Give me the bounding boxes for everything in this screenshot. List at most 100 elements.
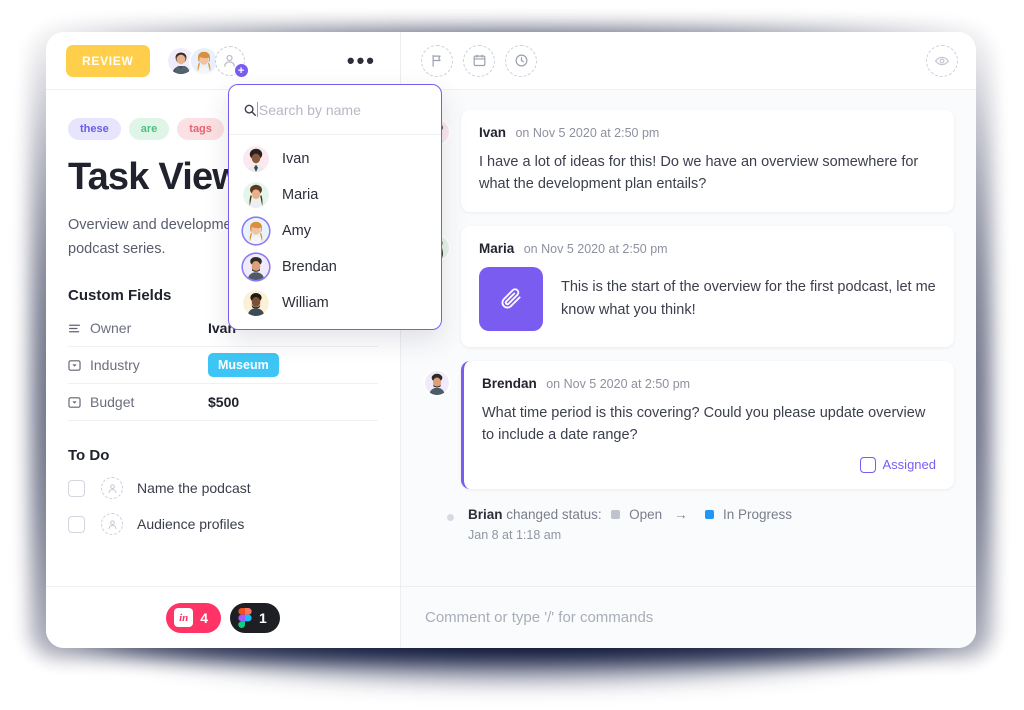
search-input[interactable] [258,101,427,118]
comment-text: What time period is this covering? Could… [482,404,926,444]
status-square-progress-icon [705,509,715,519]
custom-field-label: Industry [90,357,140,374]
activity-action: changed status: [506,506,602,522]
text-cursor [257,102,258,117]
avatar [243,218,269,244]
invision-integration-pill[interactable]: in 4 [166,602,221,633]
eye-icon[interactable] [926,44,958,77]
flag-icon[interactable] [421,44,453,77]
activity-item: Brian changed status: Open → In Progress… [423,503,954,542]
assignee-name: Maria [282,187,319,203]
assigned-label: Assigned [882,457,936,473]
screenshot-stage: REVIEW + ••• these are tags Task View Ov… [0,0,1024,710]
status-review-button[interactable]: REVIEW [66,44,150,77]
figma-icon [238,607,252,628]
custom-field-value: $500 [208,394,240,411]
comment-body-with-attachment: This is the start of the overview for th… [479,266,936,331]
assigned-toggle[interactable]: Assigned [482,456,936,473]
comment-bubble: Maria on Nov 5 2020 at 2:50 pm This is t… [461,225,954,347]
dropdown-icon [68,359,90,372]
comment-header: Maria on Nov 5 2020 at 2:50 pm [479,240,936,258]
custom-field-label: Budget [90,394,135,411]
activity-timestamp: Jan 8 at 1:18 am [468,527,562,542]
comment-author: Brendan [482,375,537,391]
assignee-name: Brendan [282,259,337,275]
assign-user-icon[interactable] [101,477,123,500]
todo-label: Name the podcast [137,480,251,497]
arrow-icon: → [673,506,688,522]
paperclip-icon [501,288,521,309]
assignee-option-william[interactable]: William [229,285,441,321]
activity-dot-icon [447,513,454,521]
comment-timestamp: on Nov 5 2020 at 2:50 pm [546,376,691,391]
assignee-search-row[interactable] [229,85,441,135]
activity-panel: Ivan on Nov 5 2020 at 2:50 pm I have a l… [401,32,976,648]
assignee-option-maria[interactable]: Maria [229,177,441,213]
clock-icon[interactable] [505,44,537,77]
comment-timestamp: on Nov 5 2020 at 2:50 pm [523,241,668,256]
add-assignee-button[interactable]: + [214,45,249,78]
tag-chip[interactable]: are [128,118,170,140]
list-item[interactable]: Name the podcast [68,470,378,506]
activity-from-status: Open [629,506,663,522]
todo-checkbox[interactable] [68,479,85,497]
comment-input[interactable] [425,609,952,626]
custom-field-industry[interactable]: Industry Museum [68,347,378,385]
activity-text: Brian changed status: Open → In Progress [468,507,792,522]
assign-user-icon[interactable] [101,513,123,536]
comment-item: Brendan on Nov 5 2020 at 2:50 pm What ti… [423,360,954,489]
custom-field-badge[interactable]: Museum [208,353,279,378]
activity-toolbar [401,32,976,90]
integration-bar: in 4 1 [46,586,401,648]
comment-author: Ivan [479,125,507,140]
assignee-name: William [282,295,329,311]
figma-count: 1 [259,609,267,626]
assignee-name: Amy [282,223,311,239]
dropdown-icon [68,396,90,409]
figma-integration-pill[interactable]: 1 [230,602,280,633]
todo-heading: To Do [68,447,110,465]
search-icon [243,103,257,117]
activity-to-status: In Progress [722,506,792,522]
attachment-thumbnail[interactable] [479,266,543,331]
avatar [243,182,269,208]
assignee-option-ivan[interactable]: Ivan [229,141,441,177]
custom-field-budget[interactable]: Budget $500 [68,384,378,422]
tag-chip[interactable]: these [68,118,121,140]
comment-bubble: Ivan on Nov 5 2020 at 2:50 pm I have a l… [461,110,954,212]
comment-author: Maria [479,240,515,256]
todo-checkbox[interactable] [68,515,85,533]
assignee-dropdown: Ivan Maria [228,84,442,330]
activity-actor: Brian [468,506,503,522]
comment-timestamp: on Nov 5 2020 at 2:50 pm [515,126,660,140]
add-person-plus-icon: + [233,62,249,78]
comment-composer [401,586,976,648]
assignee-option-brendan[interactable]: Brendan [229,249,441,285]
list-item[interactable]: Audience profiles [68,506,378,542]
avatar [243,290,269,316]
task-window: REVIEW + ••• these are tags Task View Ov… [46,32,976,648]
todo-section: To Do Name the podcast Audience profiles [68,447,378,542]
assignee-list: Ivan Maria Amy Brendan William [229,135,441,329]
calendar-icon[interactable] [463,44,495,77]
assignee-option-amy[interactable]: Amy [229,213,441,249]
avatar [243,254,269,280]
task-more-menu-button[interactable]: ••• [339,49,384,71]
assigned-checkbox[interactable] [859,456,876,473]
avatar[interactable] [423,368,451,397]
status-square-open-icon [611,509,621,519]
assignee-name: Ivan [282,151,310,167]
assignee-avatar-group: + [165,45,249,78]
todo-label: Audience profiles [137,516,245,533]
list-icon [68,322,90,335]
comment-thread: Ivan on Nov 5 2020 at 2:50 pm I have a l… [401,90,976,648]
footer-bar: in 4 1 [46,586,976,648]
task-toolbar: REVIEW + ••• [46,32,400,90]
comment-text: I have a lot of ideas for this! Do we ha… [479,154,919,193]
tag-chip[interactable]: tags [177,118,224,140]
custom-field-label: Owner [90,320,132,337]
invision-count: 4 [200,609,208,626]
comment-header: Ivan on Nov 5 2020 at 2:50 pm [479,124,936,142]
avatar [243,146,269,172]
comment-header: Brendan on Nov 5 2020 at 2:50 pm [482,375,936,393]
